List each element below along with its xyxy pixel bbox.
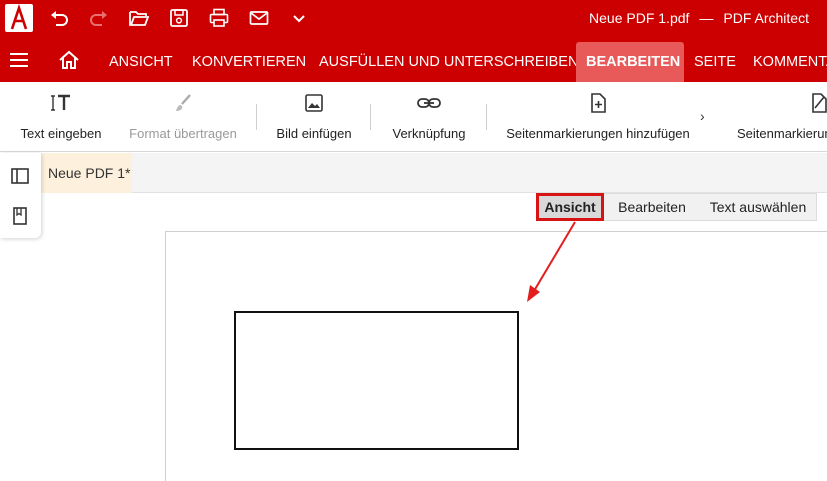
brush-icon	[122, 92, 244, 114]
image-icon	[268, 92, 360, 114]
file-plus-icon	[500, 92, 696, 114]
document-tab[interactable]: Neue PDF 1*	[40, 153, 132, 193]
document-name: Neue PDF 1.pdf	[589, 10, 690, 26]
file-edit-icon	[730, 92, 827, 114]
print-icon[interactable]	[208, 7, 230, 29]
bookmarks-more-button[interactable]: Seitenmarkierun	[730, 92, 827, 141]
text-input-button[interactable]: Text eingeben	[14, 92, 108, 141]
mode-switcher: Ansicht Bearbeiten Text auswählen	[536, 193, 817, 221]
app-name: PDF Architect	[723, 10, 809, 26]
undo-icon[interactable]	[48, 7, 70, 29]
menu-seite[interactable]: SEITE	[684, 42, 746, 82]
sidebar-toggle-icon[interactable]	[10, 166, 30, 186]
redo-icon[interactable]	[88, 7, 110, 29]
menu-bar: ANSICHT KONVERTIEREN AUSFÜLLEN UND UNTER…	[0, 36, 827, 82]
menu-ansicht[interactable]: ANSICHT	[99, 42, 183, 82]
mode-select-text-button[interactable]: Text auswählen	[701, 194, 815, 220]
ribbon-separator	[256, 104, 257, 130]
ribbon-toolbar: Text eingeben Format übertragen Bild ein…	[0, 82, 827, 152]
menu-ausfuellen[interactable]: AUSFÜLLEN UND UNTERSCHREIBEN	[309, 42, 588, 82]
ribbon-separator	[370, 104, 371, 130]
link-label: Verknüpfung	[392, 126, 466, 141]
format-transfer-label: Format übertragen	[129, 126, 237, 141]
text-input-label: Text eingeben	[20, 126, 102, 141]
home-icon[interactable]	[58, 50, 80, 70]
text-cursor-icon	[14, 92, 108, 114]
title-separator: —	[699, 10, 714, 26]
bookmark-icon[interactable]	[10, 206, 30, 226]
rectangle-shape[interactable]	[234, 311, 519, 450]
save-icon[interactable]	[168, 7, 190, 29]
app-logo	[5, 3, 33, 32]
ribbon-scroll-arrow[interactable]: ›	[700, 108, 705, 124]
link-button[interactable]: Verknüpfung	[383, 92, 475, 141]
bookmarks-more-label: Seitenmarkierun	[737, 126, 827, 141]
side-panel	[0, 153, 41, 238]
insert-image-label: Bild einfügen	[276, 126, 352, 141]
menu-bearbeiten[interactable]: BEARBEITEN	[576, 42, 684, 82]
add-bookmarks-label: Seitenmarkierungen hinzufügen	[506, 126, 690, 141]
chevron-down-icon[interactable]	[288, 7, 310, 29]
menu-konvertieren[interactable]: KONVERTIEREN	[182, 42, 316, 82]
mode-edit-button[interactable]: Bearbeiten	[609, 194, 695, 220]
add-bookmarks-button[interactable]: Seitenmarkierungen hinzufügen	[500, 92, 696, 141]
ribbon-separator	[486, 104, 487, 130]
insert-image-button[interactable]: Bild einfügen	[268, 92, 360, 141]
mail-icon[interactable]	[248, 7, 270, 29]
window-title: Neue PDF 1.pdf — PDF Architect	[589, 10, 809, 26]
hamburger-menu-icon[interactable]	[10, 53, 28, 67]
folder-open-icon[interactable]	[128, 7, 150, 29]
format-transfer-button[interactable]: Format übertragen	[122, 92, 244, 141]
title-bar: Neue PDF 1.pdf — PDF Architect	[0, 0, 827, 36]
menu-kommentar[interactable]: KOMMENTAR	[743, 42, 827, 82]
mode-view-button[interactable]: Ansicht	[536, 193, 604, 221]
link-icon	[383, 92, 475, 114]
